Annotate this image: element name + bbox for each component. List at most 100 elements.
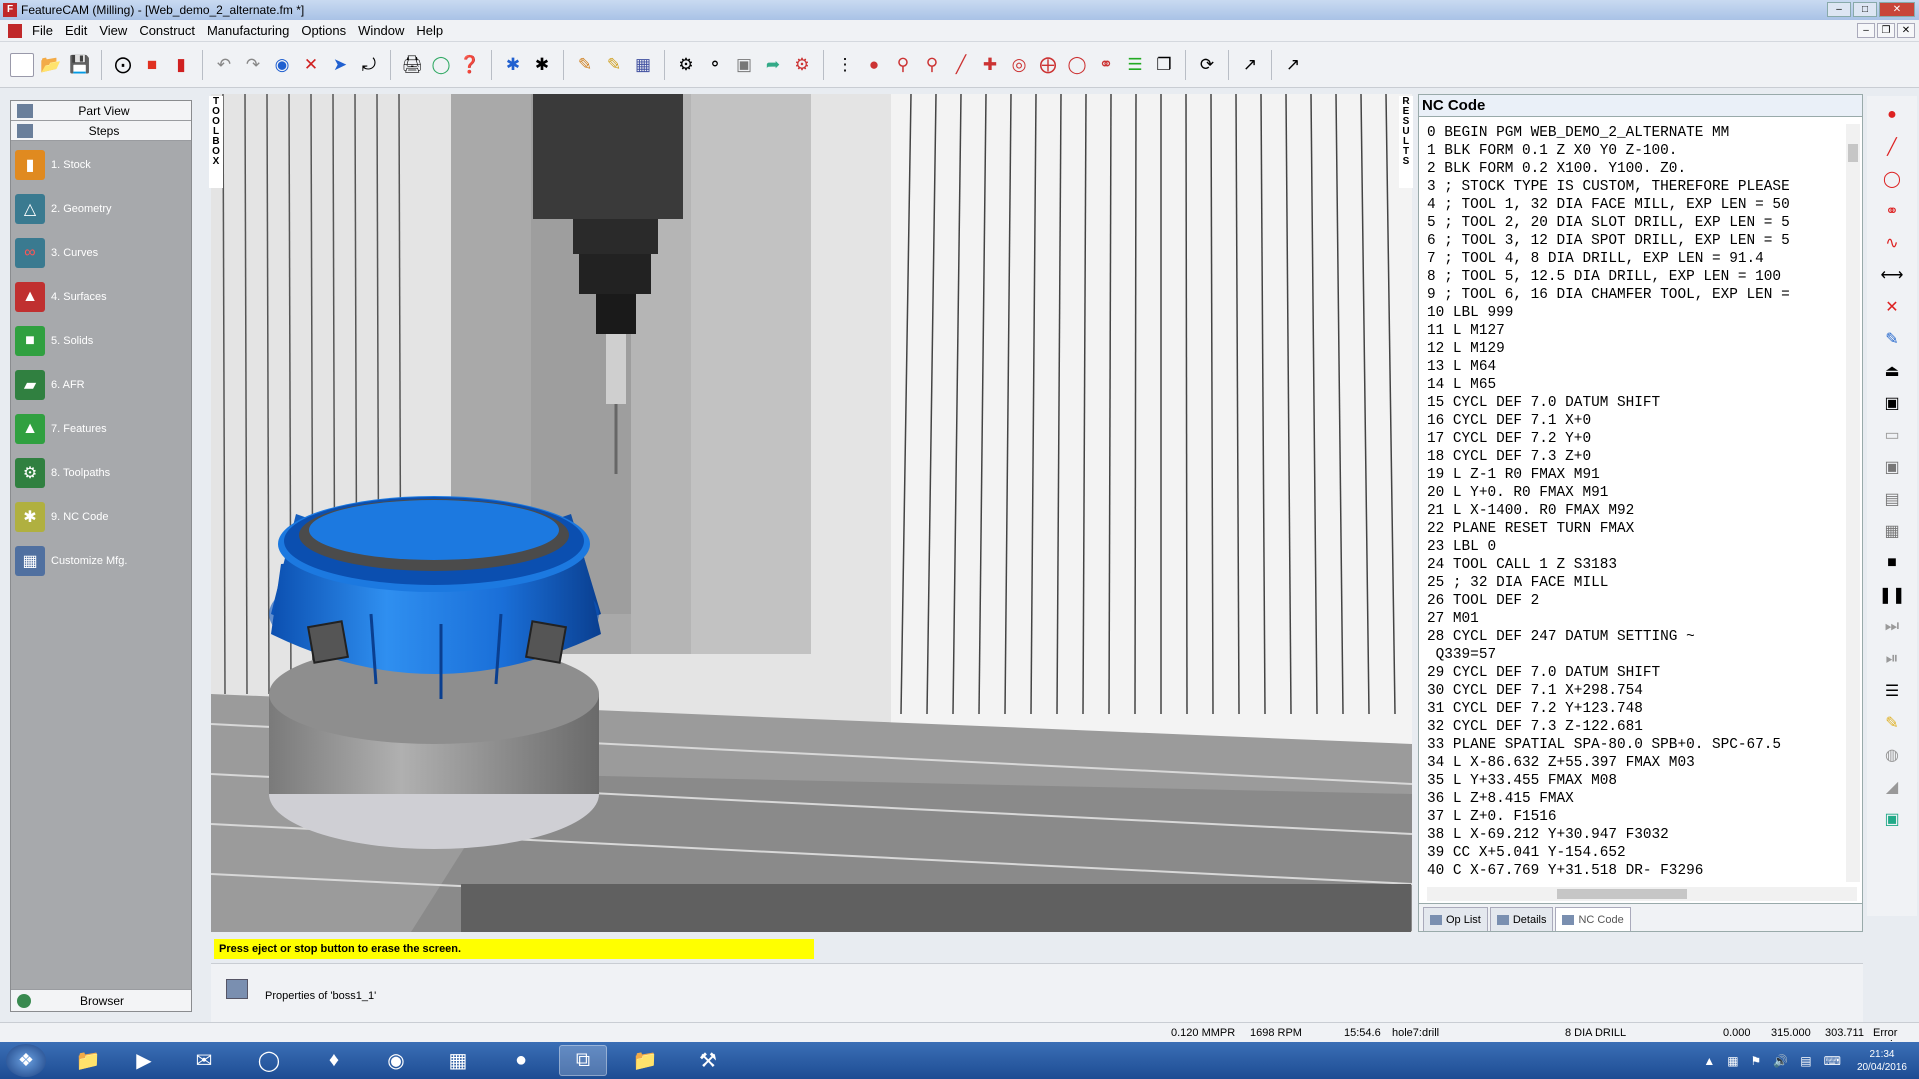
nc-code-line[interactable]: 29 CYCL DEF 7.0 DATUM SHIFT — [1427, 664, 1847, 682]
nc-code-line[interactable]: 3 ; STOCK TYPE IS CUSTOM, THEREFORE PLEA… — [1427, 178, 1847, 196]
nc-code-line[interactable]: 38 L X-69.212 Y+30.947 F3032 — [1427, 826, 1847, 844]
flag-icon[interactable]: ⚑ — [1751, 1054, 1762, 1068]
fruit-app-icon[interactable]: ● — [497, 1045, 545, 1076]
part-view-button[interactable]: Part View — [11, 101, 191, 121]
close-button[interactable]: ✕ — [1879, 2, 1915, 17]
arc-tool-icon[interactable]: ⚭ — [1879, 198, 1905, 224]
nc-code-line[interactable]: 22 PLANE RESET TURN FMAX — [1427, 520, 1847, 538]
clock[interactable]: 21:34 20/04/2016 — [1857, 1048, 1907, 1074]
nc-code-line[interactable]: 21 L X-1400. R0 FMAX M92 — [1427, 502, 1847, 520]
tool-crib-icon[interactable]: ▦ — [631, 53, 655, 77]
outlook-icon[interactable]: ✉ — [180, 1045, 228, 1076]
nc-code-line[interactable]: 33 PLANE SPATIAL SPA-80.0 SPB+0. SPC-67.… — [1427, 736, 1847, 754]
line-tool-icon[interactable]: ╱ — [1879, 134, 1905, 160]
layers-icon[interactable]: ☰ — [1123, 53, 1147, 77]
step-geometry[interactable]: △ 2. Geometry — [11, 187, 191, 231]
menu-view[interactable]: View — [93, 23, 133, 38]
color-icon[interactable]: ■ — [140, 53, 164, 77]
nc-code-text[interactable]: 0 BEGIN PGM WEB_DEMO_2_ALTERNATE MM 1 BLK… — [1427, 124, 1847, 882]
solid-sim-icon[interactable]: ▣ — [732, 53, 756, 77]
nc-code-line[interactable]: 14 L M65 — [1427, 376, 1847, 394]
circle-icon[interactable]: ◯ — [1065, 53, 1089, 77]
nc-code-line[interactable]: 32 CYCL DEF 7.3 Z-122.681 — [1427, 718, 1847, 736]
doc-close-button[interactable]: ✕ — [1897, 23, 1915, 38]
pointer-icon[interactable]: ↗ — [1238, 53, 1262, 77]
nc-code-line[interactable]: 23 LBL 0 — [1427, 538, 1847, 556]
point-tool-icon[interactable]: ● — [1879, 102, 1905, 128]
3d-viewport[interactable] — [211, 94, 1412, 932]
nc-code-line[interactable]: 34 L X-86.632 Z+55.397 FMAX M03 — [1427, 754, 1847, 772]
refresh-icon[interactable]: ⟳ — [1195, 53, 1219, 77]
view-cube-icon[interactable]: ▣ — [1879, 390, 1905, 416]
nc-vertical-scrollbar[interactable] — [1846, 124, 1860, 882]
fast-forward-icon[interactable]: ⏭ — [1879, 614, 1905, 640]
nc-code-line[interactable]: 28 CYCL DEF 247 DATUM SETTING ~ — [1427, 628, 1847, 646]
lasso-icon[interactable]: ⤾ — [357, 53, 381, 77]
chrome-icon[interactable]: ◉ — [372, 1045, 420, 1076]
network-icon[interactable]: ▤ — [1800, 1054, 1811, 1068]
menu-edit[interactable]: Edit — [59, 23, 93, 38]
solid-view-icon[interactable]: ▣ — [1879, 454, 1905, 480]
help-icon[interactable]: ❓ — [458, 53, 482, 77]
nc-code-line[interactable]: 0 BEGIN PGM WEB_DEMO_2_ALTERNATE MM — [1427, 124, 1847, 142]
dimension-tool-icon[interactable]: ⟷ — [1879, 262, 1905, 288]
machine-sim-icon[interactable]: ⚙ — [790, 53, 814, 77]
step-list-icon[interactable]: ☰ — [1879, 678, 1905, 704]
media-player-icon[interactable]: ▶ — [120, 1045, 168, 1076]
step-icon[interactable]: ⏯ — [1879, 646, 1905, 672]
windows-flag-icon[interactable]: ▦ — [1727, 1054, 1738, 1068]
nc-code-line[interactable]: 36 L Z+8.415 FMAX — [1427, 790, 1847, 808]
nc-code-line[interactable]: 2 BLK FORM 0.2 X100. Y100. Z0. — [1427, 160, 1847, 178]
nc-code-line[interactable]: 26 TOOL DEF 2 — [1427, 592, 1847, 610]
nc-code-line[interactable]: 8 ; TOOL 5, 12.5 DIA DRILL, EXP LEN = 10… — [1427, 268, 1847, 286]
cross-icon[interactable]: ✚ — [978, 53, 1002, 77]
grid-icon[interactable]: ⋮ — [833, 53, 857, 77]
steps-button[interactable]: Steps — [11, 121, 191, 141]
nc-code-line[interactable]: 11 L M127 — [1427, 322, 1847, 340]
copy-icon[interactable]: ❐ — [1152, 53, 1176, 77]
nc-code-line[interactable]: 31 CYCL DEF 7.2 Y+123.748 — [1427, 700, 1847, 718]
nc-code-line[interactable]: 35 L Y+33.455 FMAX M08 — [1427, 772, 1847, 790]
nc-code-line[interactable]: 4 ; TOOL 1, 32 DIA FACE MILL, EXP LEN = … — [1427, 196, 1847, 214]
properties-icon[interactable] — [226, 979, 248, 999]
scroll-thumb[interactable] — [1557, 889, 1687, 899]
explorer-icon[interactable]: 📁 — [64, 1045, 112, 1076]
maximize-button[interactable]: □ — [1853, 2, 1877, 17]
nc-code-line[interactable]: 39 CC X+5.041 Y-154.652 — [1427, 844, 1847, 862]
pointer2-icon[interactable]: ↗ — [1281, 53, 1305, 77]
wizard-icon[interactable]: ✱ — [501, 53, 525, 77]
minimize-button[interactable]: – — [1827, 2, 1851, 17]
undo-icon[interactable]: ↶ — [212, 53, 236, 77]
circle-tool-icon[interactable]: ◯ — [1879, 166, 1905, 192]
edit-tool-icon[interactable]: ✎ — [1879, 326, 1905, 352]
pencil-icon[interactable]: ✎ — [1879, 710, 1905, 736]
nc-code-line[interactable]: 30 CYCL DEF 7.1 X+298.754 — [1427, 682, 1847, 700]
nc-code-line[interactable]: 37 L Z+0. F1516 — [1427, 808, 1847, 826]
open-folder-icon[interactable]: 📂 — [39, 53, 63, 77]
step-customize-mfg[interactable]: ▦ Customize Mfg. — [11, 539, 191, 583]
slope-icon[interactable]: ◢ — [1879, 774, 1905, 800]
save-icon[interactable]: 💾 — [68, 53, 92, 77]
doc-minimize-button[interactable]: – — [1857, 23, 1875, 38]
red-box-icon[interactable]: ▮ — [169, 53, 193, 77]
delete-icon[interactable]: ✕ — [299, 53, 323, 77]
line-icon[interactable]: ╱ — [949, 53, 973, 77]
nc-code-line[interactable]: 16 CYCL DEF 7.1 X+0 — [1427, 412, 1847, 430]
app-icon[interactable]: ♦ — [310, 1045, 358, 1076]
folder-icon[interactable]: 📁 — [621, 1045, 669, 1076]
menu-help[interactable]: Help — [410, 23, 449, 38]
nc-code-line[interactable]: 15 CYCL DEF 7.0 DATUM SHIFT — [1427, 394, 1847, 412]
step-nc-code[interactable]: ✱ 9. NC Code — [11, 495, 191, 539]
tray-arrow-icon[interactable]: ▲ — [1703, 1054, 1715, 1068]
tool-icon[interactable]: ⚒ — [684, 1045, 732, 1076]
toolpath-view-icon[interactable]: ▣ — [1879, 806, 1905, 832]
nc-code-line[interactable]: 25 ; 32 DIA FACE MILL — [1427, 574, 1847, 592]
keyboard-icon[interactable]: ⌨ — [1824, 1054, 1841, 1068]
step-surfaces[interactable]: ▲ 4. Surfaces — [11, 275, 191, 319]
nc-code-line[interactable]: 6 ; TOOL 3, 12 DIA SPOT DRILL, EXP LEN =… — [1427, 232, 1847, 250]
step-toolpaths[interactable]: ⚙ 8. Toolpaths — [11, 451, 191, 495]
menu-window[interactable]: Window — [352, 23, 410, 38]
nc-code-line[interactable]: 18 CYCL DEF 7.3 Z+0 — [1427, 448, 1847, 466]
start-button[interactable]: ❖ — [6, 1044, 46, 1077]
results-tab[interactable]: RESULTS — [1399, 96, 1413, 188]
